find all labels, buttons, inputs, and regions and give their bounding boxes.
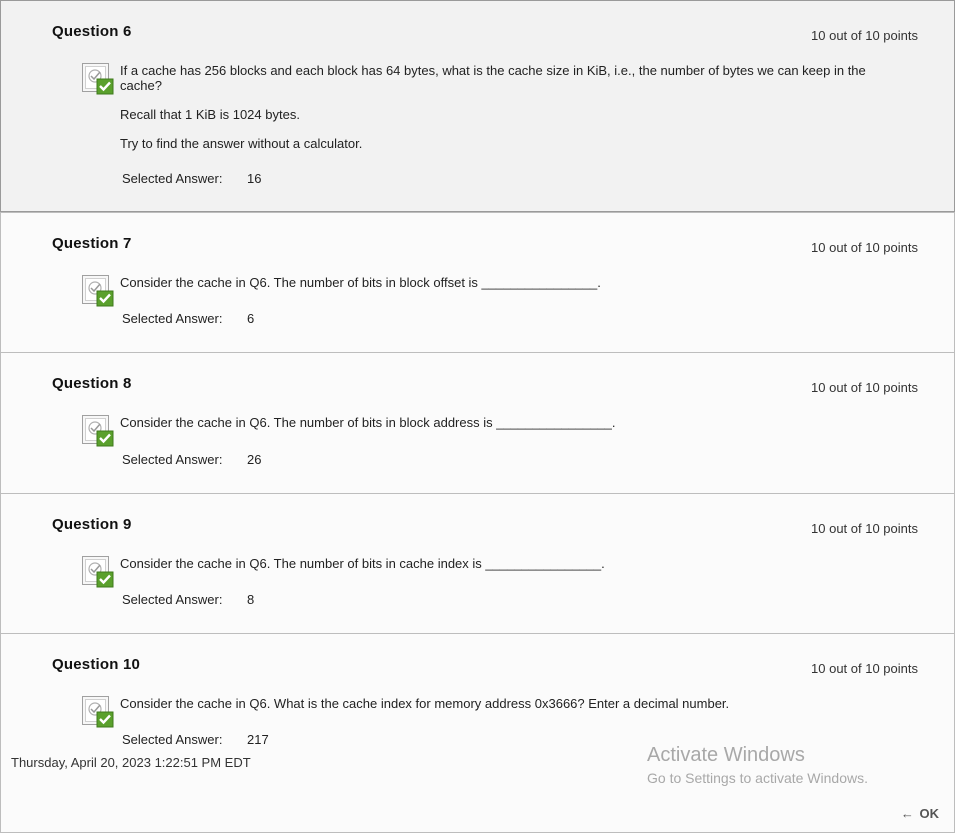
selected-answer-label: Selected Answer: <box>122 592 223 607</box>
selected-answer-row: Selected Answer: 8 <box>122 592 254 607</box>
question-paragraph: Consider the cache in Q6. The number of … <box>120 415 616 430</box>
question-title: Question 6 <box>52 23 132 40</box>
question-text: Consider the cache in Q6. What is the ca… <box>120 696 894 725</box>
question-paragraph: Consider the cache in Q6. The number of … <box>120 556 605 571</box>
left-arrow-icon: ← <box>900 806 914 821</box>
ok-button[interactable]: ← OK <box>901 806 939 821</box>
question-card: Question 9 10 out of 10 points Consider … <box>0 493 955 634</box>
question-title: Question 8 <box>52 375 132 392</box>
question-paragraph: If a cache has 256 blocks and each block… <box>120 63 866 93</box>
question-card: Question 6 10 out of 10 points If a cach… <box>0 0 955 212</box>
selected-answer-row: Selected Answer: 6 <box>122 311 254 326</box>
question-paragraph: Recall that 1 KiB is 1024 bytes. <box>120 107 300 122</box>
correct-check-icon <box>81 695 115 729</box>
question-title: Question 9 <box>52 516 132 533</box>
selected-answer-row: Selected Answer: 26 <box>122 452 261 467</box>
selected-answer-label: Selected Answer: <box>122 311 223 326</box>
selected-answer-value: 6 <box>247 311 255 326</box>
selected-answer-label: Selected Answer: <box>122 171 223 186</box>
question-text: Consider the cache in Q6. The number of … <box>120 415 894 444</box>
question-text: If a cache has 256 blocks and each block… <box>120 63 894 165</box>
correct-check-icon <box>81 555 115 589</box>
question-card: Question 7 10 out of 10 points Consider … <box>0 212 955 353</box>
question-title: Question 7 <box>52 235 132 252</box>
correct-check-icon <box>81 414 115 448</box>
ok-label: OK <box>919 806 940 821</box>
selected-answer-value: 217 <box>247 732 269 747</box>
question-text: Consider the cache in Q6. The number of … <box>120 275 894 304</box>
submission-timestamp: Thursday, April 20, 2023 1:22:51 PM EDT <box>11 755 251 770</box>
correct-check-icon <box>81 274 115 308</box>
question-paragraph: Consider the cache in Q6. What is the ca… <box>120 696 730 711</box>
question-points: 10 out of 10 points <box>811 380 918 395</box>
question-points: 10 out of 10 points <box>811 240 918 255</box>
selected-answer-row: Selected Answer: 217 <box>122 732 269 747</box>
question-points: 10 out of 10 points <box>811 521 918 536</box>
test-results-page: Question 6 10 out of 10 points If a cach… <box>0 0 957 833</box>
correct-check-icon <box>81 62 115 96</box>
question-card: Question 10 10 out of 10 points Consider… <box>0 633 955 833</box>
activate-windows-subtitle: Go to Settings to activate Windows. <box>647 770 868 786</box>
question-points: 10 out of 10 points <box>811 661 918 676</box>
selected-answer-value: 26 <box>247 452 262 467</box>
question-paragraph: Try to find the answer without a calcula… <box>120 136 363 151</box>
question-title: Question 10 <box>52 656 141 673</box>
question-paragraph: Consider the cache in Q6. The number of … <box>120 275 601 290</box>
selected-answer-label: Selected Answer: <box>122 732 223 747</box>
selected-answer-value: 16 <box>247 171 262 186</box>
question-text: Consider the cache in Q6. The number of … <box>120 556 894 585</box>
question-points: 10 out of 10 points <box>811 28 918 43</box>
question-card: Question 8 10 out of 10 points Consider … <box>0 352 955 494</box>
selected-answer-label: Selected Answer: <box>122 452 223 467</box>
selected-answer-value: 8 <box>247 592 255 607</box>
selected-answer-row: Selected Answer: 16 <box>122 171 261 186</box>
activate-windows-title: Activate Windows <box>647 744 805 766</box>
